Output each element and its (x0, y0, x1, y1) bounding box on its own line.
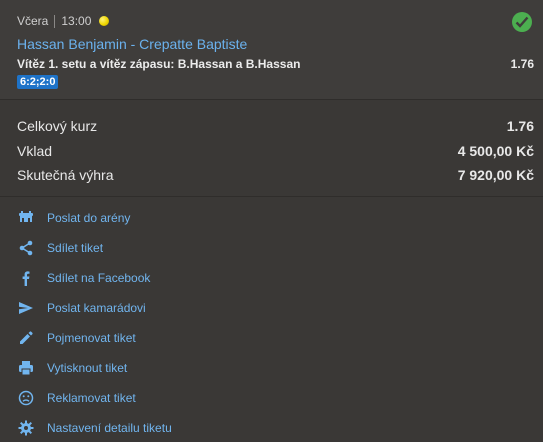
action-label: Sdílet tiket (47, 241, 104, 255)
action-label: Pojmenovat tiket (47, 331, 136, 345)
share-ticket-button[interactable]: Sdílet tiket (17, 238, 103, 258)
bet-market: Vítěz 1. setu a vítěz zápasu: B.Hassan a… (17, 57, 301, 71)
ticket-detail-settings-button[interactable]: Nastavení detailu tiketu (17, 418, 172, 438)
tennis-ball-icon (99, 16, 110, 26)
bet-card: Včera 13:00 Hassan Benjamin - Crepatte B… (0, 0, 543, 100)
send-to-arena-button[interactable]: Poslat do arény (17, 208, 130, 228)
share-facebook-button[interactable]: Sdílet na Facebook (17, 268, 150, 288)
print-ticket-button[interactable]: Vytisknout tiket (17, 358, 127, 378)
meta-divider (54, 14, 56, 28)
total-odds-value: 1.76 (506, 118, 534, 134)
action-label: Sdílet na Facebook (47, 271, 151, 285)
bet-day: Včera (17, 14, 49, 28)
sad-face-icon (17, 389, 35, 407)
action-label: Poslat kamarádovi (47, 301, 146, 315)
share-icon (17, 239, 35, 257)
total-odds-row: Celkový kurz 1.76 (17, 118, 534, 134)
bet-meta: Včera 13:00 (17, 14, 110, 28)
payout-value: 7 920,00 Kč (457, 167, 534, 183)
payout-label: Skutečná výhra (17, 167, 114, 183)
arena-icon (17, 209, 35, 227)
action-label: Reklamovat tiket (47, 391, 136, 405)
ticket-summary: Celkový kurz 1.76 Vklad 4 500,00 Kč Skut… (0, 100, 543, 197)
rename-ticket-button[interactable]: Pojmenovat tiket (17, 328, 136, 348)
complain-ticket-button[interactable]: Reklamovat tiket (17, 388, 136, 408)
action-label: Vytisknout tiket (47, 361, 128, 375)
payout-row: Skutečná výhra 7 920,00 Kč (17, 167, 534, 183)
stake-row: Vklad 4 500,00 Kč (17, 143, 534, 159)
send-icon (17, 299, 35, 317)
action-label: Nastavení detailu tiketu (47, 421, 172, 435)
send-to-friend-button[interactable]: Poslat kamarádovi (17, 298, 146, 318)
gear-icon (17, 419, 35, 437)
pencil-icon (17, 329, 35, 347)
stake-label: Vklad (17, 143, 53, 159)
total-odds-label: Celkový kurz (17, 118, 98, 134)
match-name[interactable]: Hassan Benjamin - Crepatte Baptiste (17, 36, 247, 52)
action-label: Poslat do arény (47, 211, 131, 225)
bet-odds: 1.76 (510, 57, 534, 71)
score-badge: 6:2;2:0 (17, 75, 59, 89)
bet-time: 13:00 (61, 14, 92, 28)
printer-icon (17, 359, 35, 377)
facebook-icon (17, 269, 35, 287)
check-circle-icon (512, 12, 532, 32)
stake-value: 4 500,00 Kč (457, 143, 534, 159)
